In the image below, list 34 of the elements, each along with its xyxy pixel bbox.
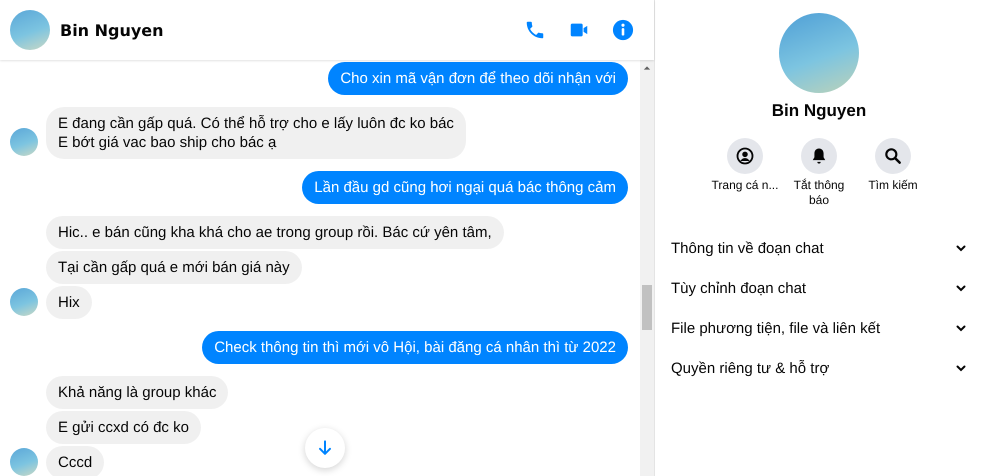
message-bubble: E đang cần gấp quá. Có thể hỗ trợ cho e lấy luôn đc ko bác E bớt giá vac bao ship cho bác ạ: [46, 107, 466, 159]
avatar-photo-placeholder: [10, 288, 38, 316]
avatar-photo-placeholder: [10, 128, 38, 156]
scrollbar[interactable]: [640, 60, 654, 476]
contact-name: Bin Nguyen: [60, 20, 164, 40]
scroll-up-arrow-icon[interactable]: [643, 64, 651, 72]
message-bubble: Tại cần gấp quá e mới bán giá này: [46, 251, 302, 284]
section-header[interactable]: Quyền riêng tư & hỗ trợ: [663, 348, 975, 388]
search-icon: [883, 146, 903, 166]
message-bubble: Hix: [46, 286, 92, 319]
profile-button[interactable]: [727, 138, 763, 174]
message-bubble: Lần đầu gd cũng hơi ngại quá bác thông cảm: [302, 171, 628, 204]
section-header[interactable]: Thông tin về đoạn chat: [663, 228, 975, 268]
phone-icon[interactable]: [524, 19, 546, 41]
action-label: Tắt thông báo: [792, 178, 846, 208]
mute-button[interactable]: [801, 138, 837, 174]
message-bubble: Hic.. e bán cũng kha khá cho ae trong group rồi. Bác cứ yên tâm,: [46, 216, 504, 249]
message-bubble: Khả năng là group khác: [46, 376, 228, 409]
avatar-photo-placeholder: [10, 10, 50, 50]
message-bubble: Cccd: [46, 446, 104, 476]
message-bubble: Cho xin mã vận đơn để theo dõi nhận với: [328, 62, 628, 95]
action-label: Trang cá n...: [712, 178, 778, 193]
section-header[interactable]: File phương tiện, file và liên kết: [663, 308, 975, 348]
person-circle-icon: [735, 146, 755, 166]
info-icon[interactable]: [612, 19, 634, 41]
scrollbar-thumb[interactable]: [642, 285, 652, 330]
contact-name: Bin Nguyen: [772, 101, 866, 121]
message-bubble: E gửi ccxd có đc ko: [46, 411, 201, 444]
section-header[interactable]: Tùy chỉnh đoạn chat: [663, 268, 975, 308]
scroll-down-button[interactable]: [305, 428, 345, 468]
message-bubble: Check thông tin thì mới vô Hội, bài đăng cá nhân thì từ 2022: [202, 331, 628, 364]
action-label: Tìm kiếm: [868, 178, 918, 193]
avatar-photo-placeholder: [10, 448, 38, 476]
search-button[interactable]: [875, 138, 911, 174]
